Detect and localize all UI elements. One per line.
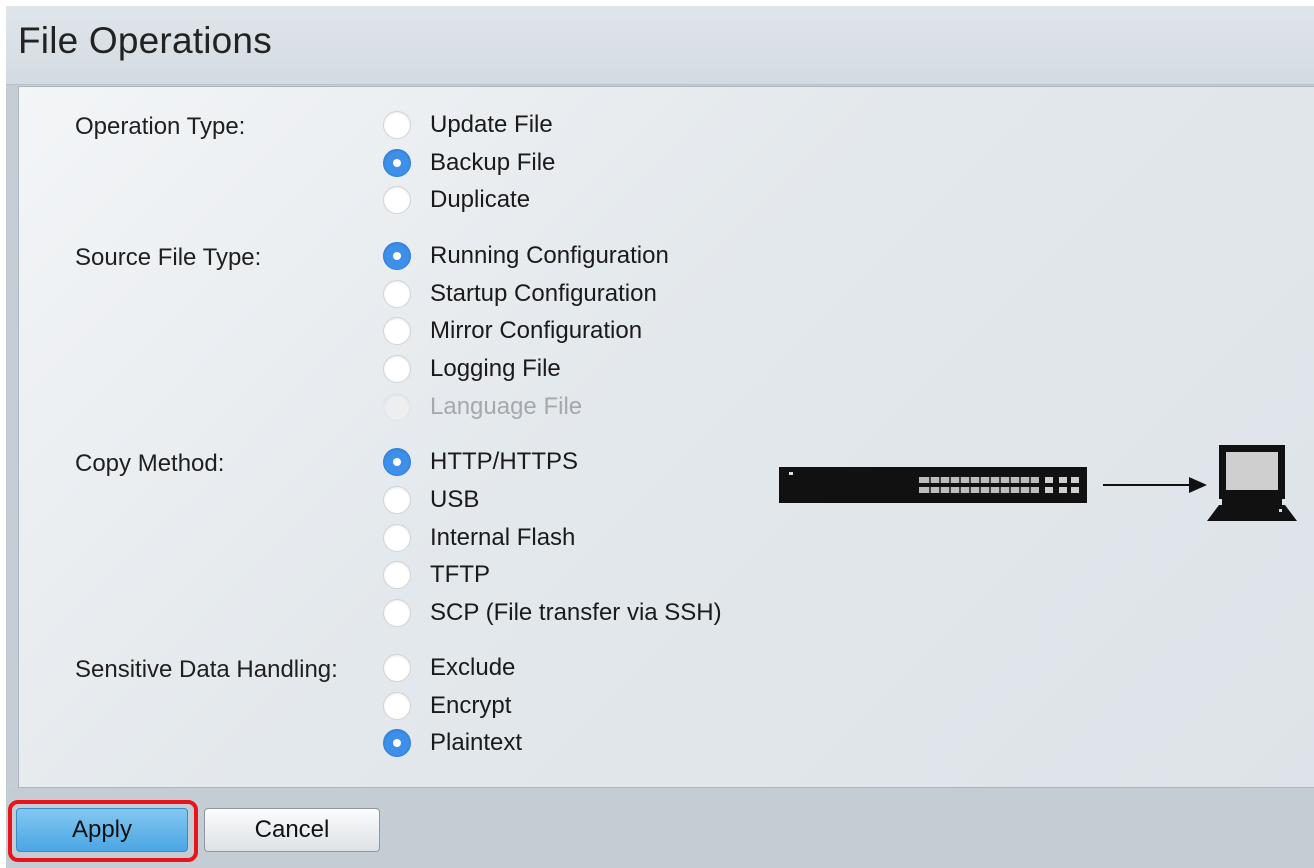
apply-button[interactable]: Apply — [16, 808, 188, 852]
radio-label-internal-flash: Internal Flash — [430, 524, 576, 551]
page-header: File Operations — [6, 6, 1314, 85]
backup-direction-diagram — [779, 443, 1314, 543]
radio-label-usb: USB — [430, 486, 480, 513]
cancel-button[interactable]: Cancel — [204, 808, 380, 852]
radio-label-http-https: HTTP/HTTPS — [430, 448, 578, 475]
radio-label-language-file: Language File — [430, 393, 583, 420]
radio-label-logging-file: Logging File — [430, 355, 561, 382]
radio-label-plaintext: Plaintext — [430, 729, 523, 756]
radio-option-scp[interactable]: SCP (File transfer via SSH) — [383, 596, 722, 630]
radio-button-mirror-configuration[interactable] — [383, 317, 411, 345]
radio-button-exclude[interactable] — [383, 654, 411, 682]
radio-option-plaintext[interactable]: Plaintext — [383, 726, 522, 760]
radio-option-logging-file[interactable]: Logging File — [383, 352, 561, 386]
source-file-type-label: Source File Type: — [75, 244, 262, 271]
action-bar: Apply Cancel — [6, 788, 1314, 868]
radio-option-encrypt[interactable]: Encrypt — [383, 689, 511, 723]
radio-button-running-configuration[interactable] — [383, 242, 411, 270]
radio-label-duplicate: Duplicate — [430, 186, 531, 213]
radio-label-exclude: Exclude — [430, 654, 516, 681]
copy-method-label: Copy Method: — [75, 450, 225, 477]
radio-option-internal-flash[interactable]: Internal Flash — [383, 521, 575, 555]
network-switch-icon — [779, 467, 1087, 503]
radio-label-startup-configuration: Startup Configuration — [430, 280, 657, 307]
radio-option-tftp[interactable]: TFTP — [383, 558, 490, 592]
radio-label-mirror-configuration: Mirror Configuration — [430, 317, 643, 344]
radio-option-startup-configuration[interactable]: Startup Configuration — [383, 277, 657, 311]
radio-button-language-file — [383, 393, 411, 421]
radio-option-language-file: Language File — [383, 390, 582, 424]
file-operations-page: File Operations Operation Type: Update F… — [6, 6, 1314, 868]
radio-button-http-https[interactable] — [383, 448, 411, 476]
radio-option-running-configuration[interactable]: Running Configuration — [383, 239, 669, 273]
radio-option-update-file[interactable]: Update File — [383, 108, 553, 142]
radio-option-exclude[interactable]: Exclude — [383, 651, 515, 685]
radio-button-tftp[interactable] — [383, 561, 411, 589]
radio-button-plaintext[interactable] — [383, 729, 411, 757]
radio-button-logging-file[interactable] — [383, 355, 411, 383]
radio-label-tftp: TFTP — [430, 561, 490, 588]
radio-button-update-file[interactable] — [383, 111, 411, 139]
laptop-icon — [1207, 445, 1297, 521]
radio-button-startup-configuration[interactable] — [383, 280, 411, 308]
radio-button-backup-file[interactable] — [383, 149, 411, 177]
operation-type-label: Operation Type: — [75, 113, 246, 140]
radio-label-running-configuration: Running Configuration — [430, 242, 669, 269]
radio-button-scp[interactable] — [383, 599, 411, 627]
diagram-graphic — [779, 445, 1297, 521]
arrow-right-icon — [1103, 477, 1207, 493]
radio-button-usb[interactable] — [383, 486, 411, 514]
radio-option-http-https[interactable]: HTTP/HTTPS — [383, 445, 578, 479]
page-title: File Operations — [18, 20, 272, 61]
radio-option-mirror-configuration[interactable]: Mirror Configuration — [383, 314, 642, 348]
radio-button-encrypt[interactable] — [383, 692, 411, 720]
radio-option-duplicate[interactable]: Duplicate — [383, 183, 530, 217]
radio-option-backup-file[interactable]: Backup File — [383, 146, 555, 180]
radio-label-backup-file: Backup File — [430, 149, 556, 176]
radio-button-duplicate[interactable] — [383, 186, 411, 214]
radio-label-update-file: Update File — [430, 111, 553, 138]
radio-label-encrypt: Encrypt — [430, 692, 512, 719]
file-operations-form: Operation Type: Update File Backup File … — [18, 86, 1314, 788]
sensitive-data-handling-label: Sensitive Data Handling: — [75, 656, 338, 683]
radio-option-usb[interactable]: USB — [383, 483, 479, 517]
radio-label-scp: SCP (File transfer via SSH) — [430, 599, 722, 626]
radio-button-internal-flash[interactable] — [383, 524, 411, 552]
